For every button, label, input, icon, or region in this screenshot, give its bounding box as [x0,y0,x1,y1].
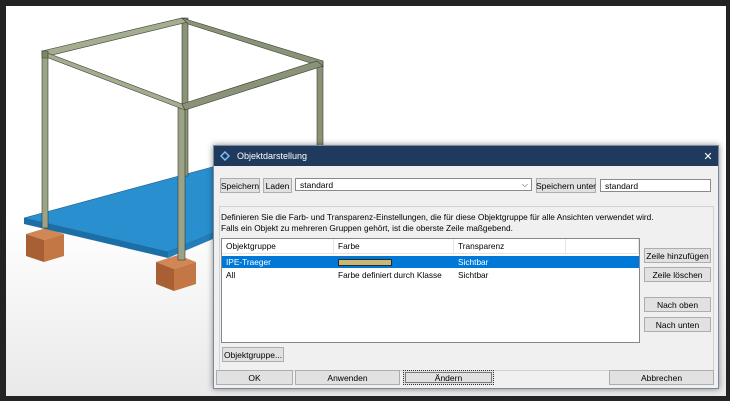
object-display-dialog: Objektdarstellung ✕ Speichern Laden stan… [213,145,719,389]
save-button[interactable]: Speichern [220,178,260,193]
modify-button[interactable]: Ändern [403,370,494,385]
cell-transparency: Sichtbar [458,257,489,267]
column-header-transparency[interactable]: Transparenz [454,239,566,254]
column-header-empty [566,239,639,254]
ok-button[interactable]: OK [216,370,293,385]
chevron-down-icon[interactable]: ⌵ [522,180,528,190]
apply-button[interactable]: Anwenden [295,370,400,385]
object-group-table[interactable]: Objektgruppe Farbe Transparenz IPE-Traeg… [221,238,640,343]
save-as-name-field[interactable]: standard [600,179,711,192]
cell-color: Farbe definiert durch Klasse [338,270,442,280]
combo-value: standard [300,179,334,190]
add-row-button[interactable]: Zeile hinzufügen [644,248,711,263]
cell-group: All [226,270,236,280]
cancel-button[interactable]: Abbrechen [609,370,714,385]
column-header-color[interactable]: Farbe [334,239,454,254]
table-row[interactable]: All Farbe definiert durch Klasse Sichtba… [222,269,639,281]
object-group-button[interactable]: Objektgruppe... [222,347,284,362]
color-swatch [338,258,392,266]
cell-group: IPE-Traeger [226,257,271,267]
application-window: Objektdarstellung ✕ Speichern Laden stan… [0,0,730,401]
move-down-button[interactable]: Nach unten [644,317,711,332]
dialog-title: Objektdarstellung [237,151,308,161]
move-up-button[interactable]: Nach oben [644,297,711,312]
app-icon [219,150,231,162]
cell-transparency: Sichtbar [458,270,489,280]
delete-row-button[interactable]: Zeile löschen [644,267,711,282]
dialog-titlebar: Objektdarstellung ✕ [214,146,718,166]
save-as-button[interactable]: Speichern unter [536,178,596,193]
load-button[interactable]: Laden [263,178,292,193]
close-icon[interactable]: ✕ [698,146,718,166]
standard-combo[interactable]: standard ⌵ [295,178,532,191]
description-line-1: Definieren Sie die Farb- und Transparenz… [221,212,654,222]
column-header-group[interactable]: Objektgruppe [222,239,334,254]
table-row[interactable]: IPE-Traeger Sichtbar [222,256,639,268]
cell-color[interactable] [334,256,454,268]
description-line-2: Falls ein Objekt zu mehreren Gruppen geh… [221,223,513,233]
